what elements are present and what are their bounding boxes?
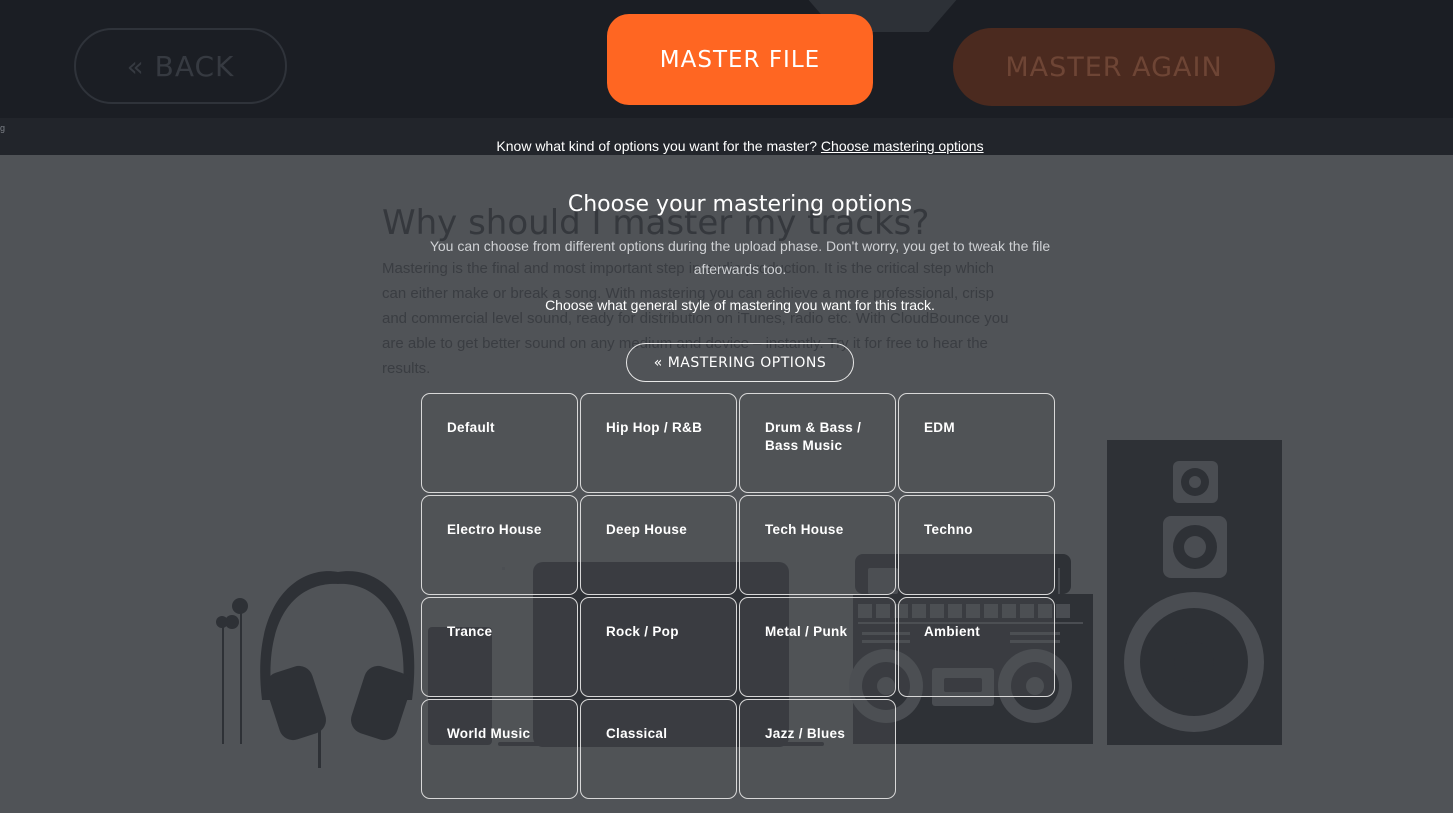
headphones-icon	[260, 571, 415, 768]
genre-tile-hip-hop-rnb[interactable]: Hip Hop / R&B	[580, 393, 737, 493]
genre-tile-ambient[interactable]: Ambient	[898, 597, 1055, 697]
master-file-button[interactable]: MASTER FILE	[607, 14, 873, 105]
earphones-icon	[216, 598, 248, 744]
genre-grid: Default Hip Hop / R&B Drum & Bass / Bass…	[421, 393, 1055, 799]
panel-subtitle: You can choose from different options du…	[429, 238, 1051, 277]
mastering-options-prompt: Know what kind of options you want for t…	[0, 138, 1453, 154]
genre-tile-techno[interactable]: Techno	[898, 495, 1055, 595]
mastering-options-button[interactable]: « MASTERING OPTIONS	[626, 343, 854, 382]
genre-tile-tech-house[interactable]: Tech House	[739, 495, 896, 595]
genre-tile-jazz-blues[interactable]: Jazz / Blues	[739, 699, 896, 799]
panel-instruction: Choose what general style of mastering y…	[545, 297, 935, 313]
choose-mastering-options-link[interactable]: Choose mastering options	[821, 138, 984, 154]
genre-tile-edm[interactable]: EDM	[898, 393, 1055, 493]
prompt-text: Know what kind of options you want for t…	[496, 138, 818, 154]
genre-tile-deep-house[interactable]: Deep House	[580, 495, 737, 595]
genre-tile-metal-punk[interactable]: Metal / Punk	[739, 597, 896, 697]
genre-tile-rock-pop[interactable]: Rock / Pop	[580, 597, 737, 697]
genre-tile-trance[interactable]: Trance	[421, 597, 578, 697]
genre-tile-electro-house[interactable]: Electro House	[421, 495, 578, 595]
genre-tile-classical[interactable]: Classical	[580, 699, 737, 799]
genre-tile-world-music[interactable]: World Music	[421, 699, 578, 799]
genre-tile-drum-and-bass[interactable]: Drum & Bass / Bass Music	[739, 393, 896, 493]
panel-title: Choose your mastering options	[567, 192, 913, 217]
genre-tile-default[interactable]: Default	[421, 393, 578, 493]
